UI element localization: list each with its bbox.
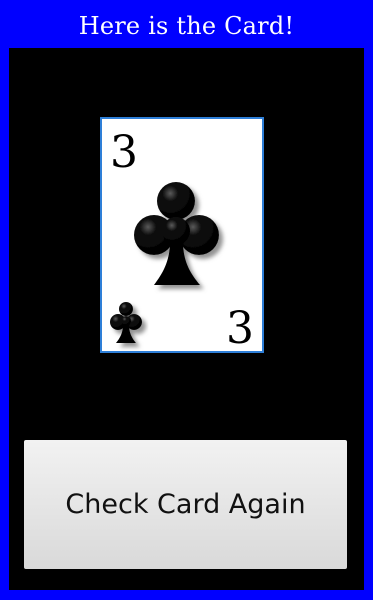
club-icon bbox=[134, 182, 219, 285]
check-card-again-button[interactable]: Check Card Again bbox=[24, 440, 347, 569]
card-display-panel: 3 3 Check Card Again bbox=[9, 48, 364, 590]
playing-card: 3 3 bbox=[100, 117, 264, 353]
small-club-icon bbox=[110, 302, 142, 343]
page-title: Here is the Card! bbox=[78, 12, 295, 40]
card-rank-top: 3 bbox=[110, 127, 138, 178]
screen: Here is the Card! 3 3 Check Card Again bbox=[0, 0, 373, 600]
card-rank-bottom: 3 bbox=[226, 303, 254, 351]
